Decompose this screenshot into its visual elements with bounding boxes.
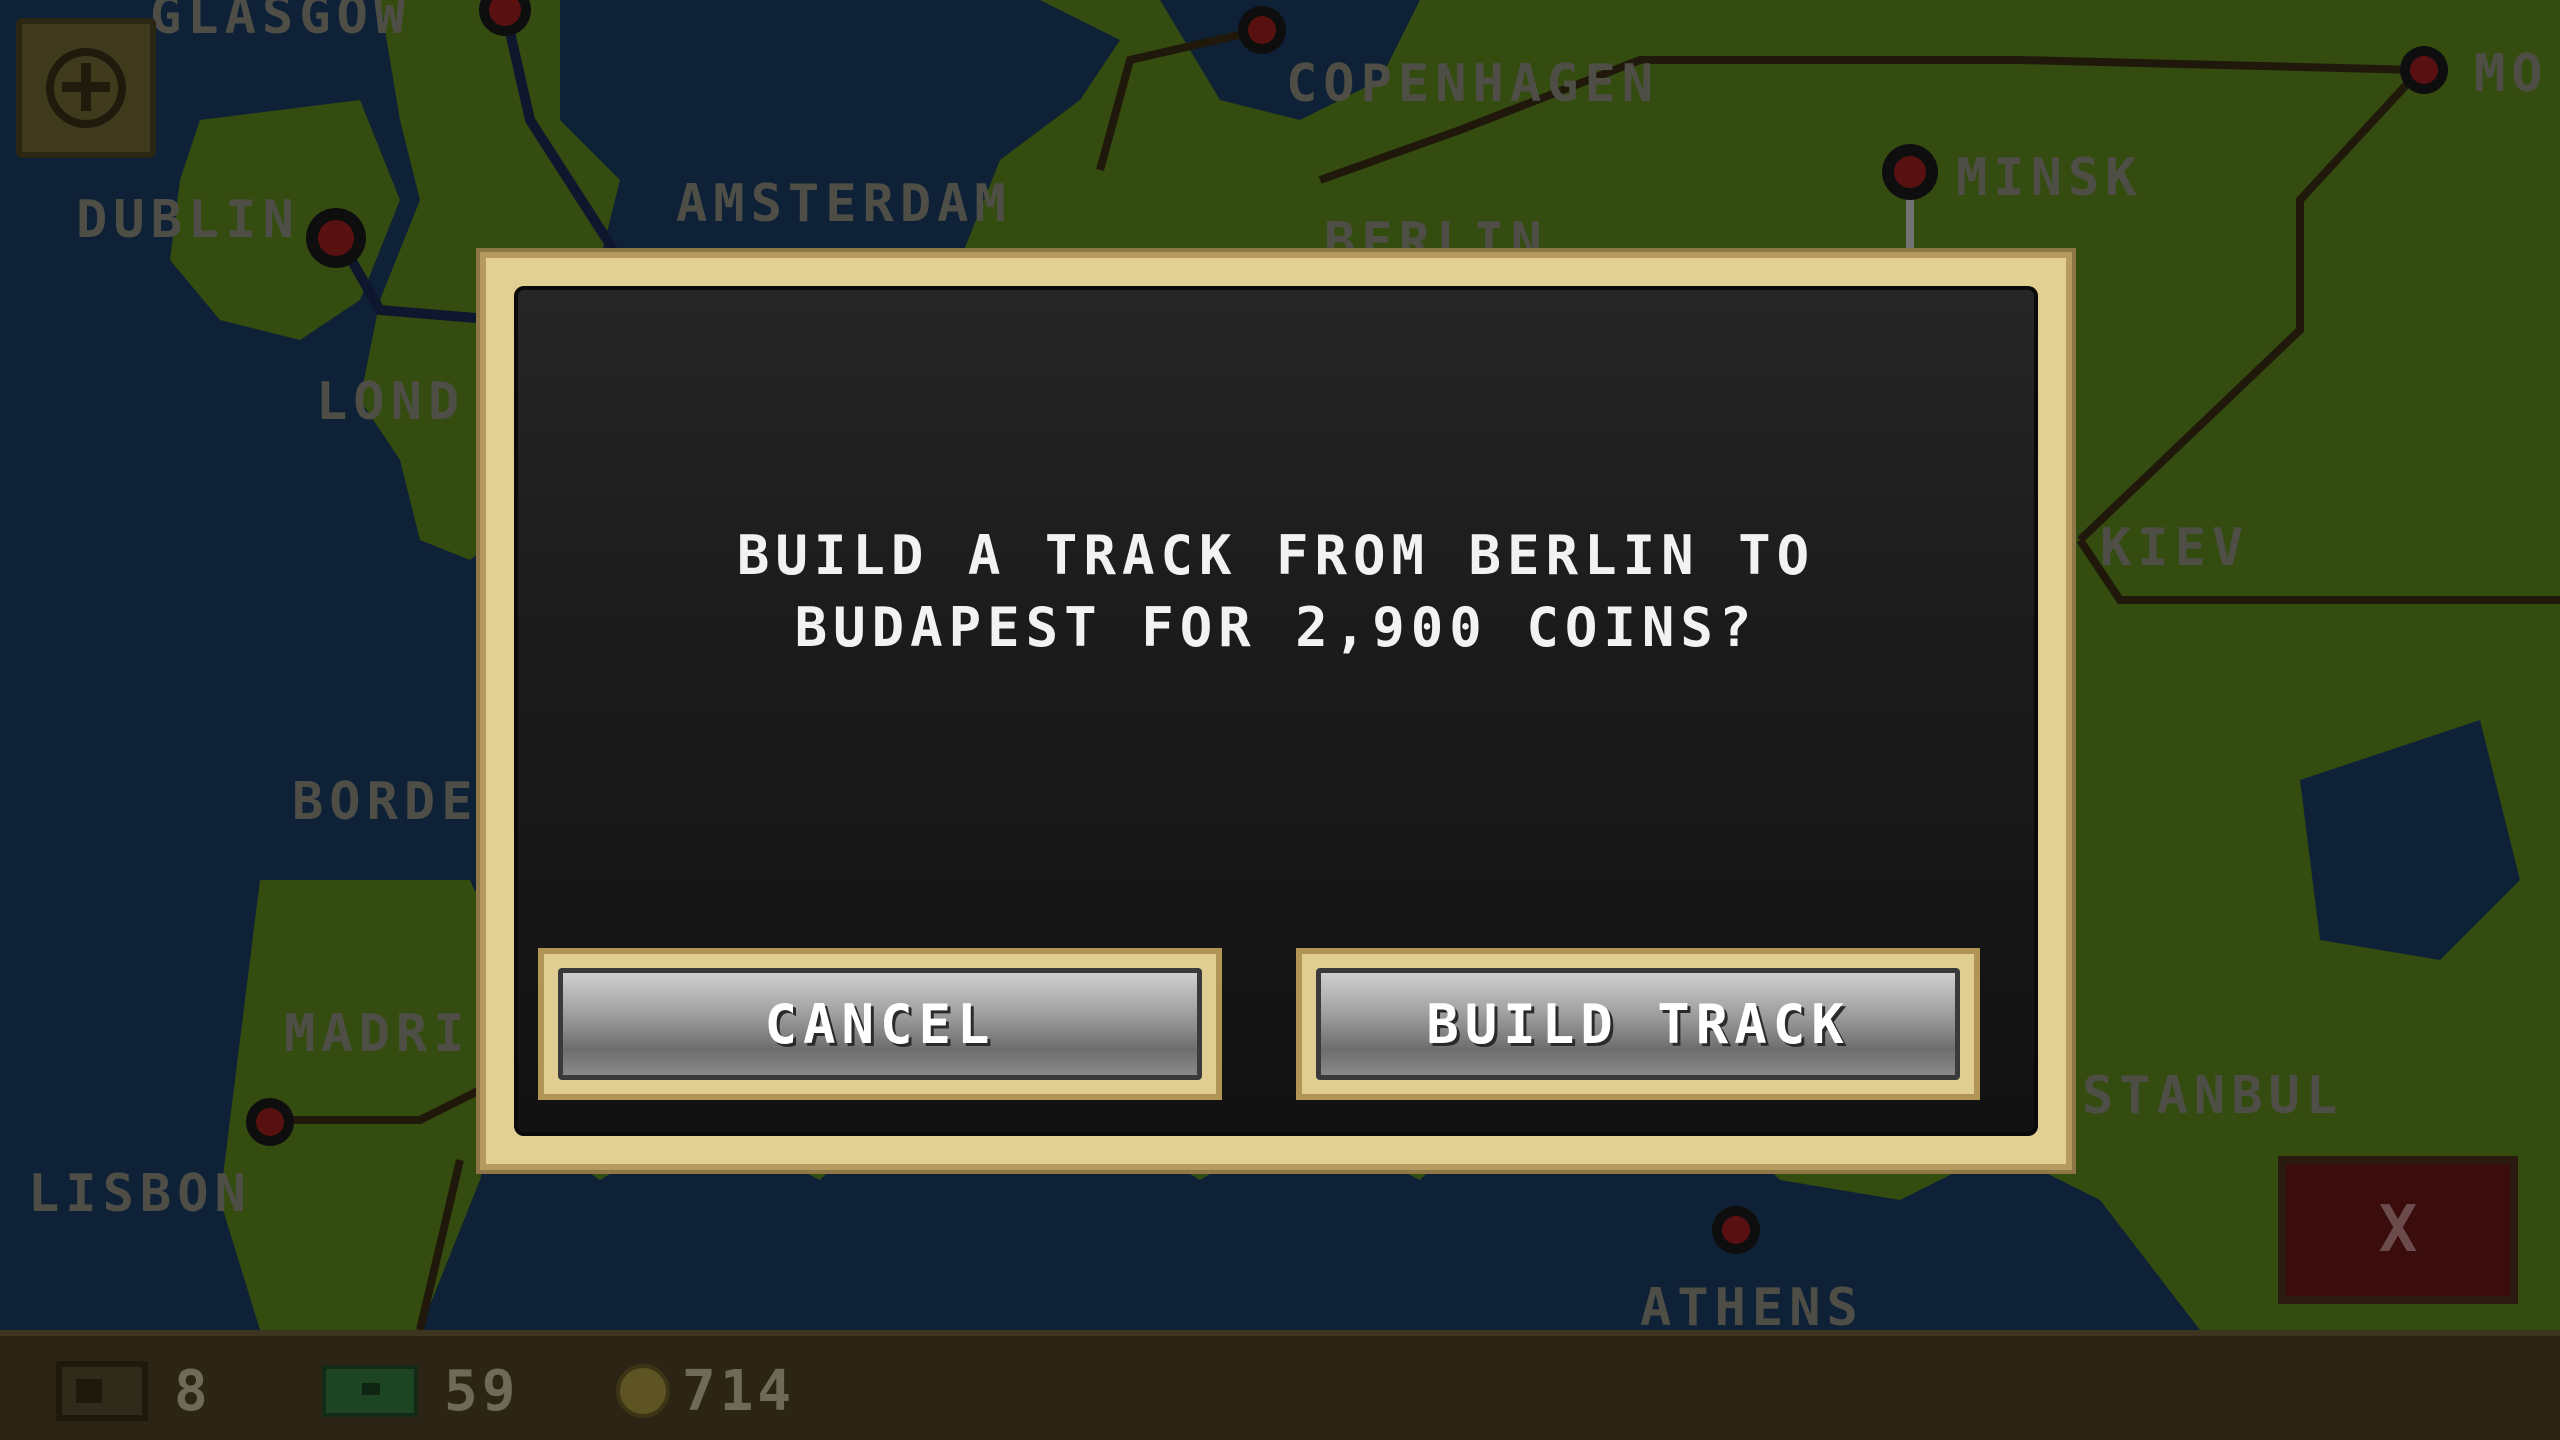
coin-icon (616, 1364, 670, 1418)
train-icon (56, 1361, 148, 1421)
trains-count: 8 (174, 1358, 212, 1424)
cancel-button-label: CANCEL (764, 992, 996, 1056)
cash-count: 59 (444, 1358, 520, 1424)
coins-count: 714 (682, 1358, 796, 1424)
cash-icon (322, 1365, 418, 1417)
coins-stat: 714 (616, 1336, 795, 1440)
dialog-message: BUILD A TRACK FROM BERLIN TO BUDAPEST FO… (518, 520, 2034, 664)
trains-stat: 8 (56, 1336, 212, 1440)
dialog-message-line-1: BUILD A TRACK FROM BERLIN TO (736, 524, 1816, 587)
dialog-message-line-2: BUDAPEST FOR 2,900 COINS? (794, 596, 1758, 659)
status-bar: 8 59 714 (0, 1330, 2560, 1440)
cancel-button-face: CANCEL (558, 968, 1202, 1080)
close-button[interactable]: X (2278, 1156, 2518, 1304)
zoom-in-button[interactable] (16, 18, 156, 158)
build-track-button-label: BUILD TRACK (1426, 992, 1850, 1056)
cancel-button[interactable]: CANCEL (538, 948, 1222, 1100)
x-icon: X (2378, 1193, 2418, 1267)
build-track-button[interactable]: BUILD TRACK (1296, 948, 1980, 1100)
cash-stat: 59 (322, 1336, 519, 1440)
build-track-button-face: BUILD TRACK (1316, 968, 1960, 1080)
game-screen: GLASGOW DUBLIN AMSTERDAM COPENHAGEN MINS… (0, 0, 2560, 1440)
confirm-dialog: BUILD A TRACK FROM BERLIN TO BUDAPEST FO… (480, 252, 2072, 1170)
